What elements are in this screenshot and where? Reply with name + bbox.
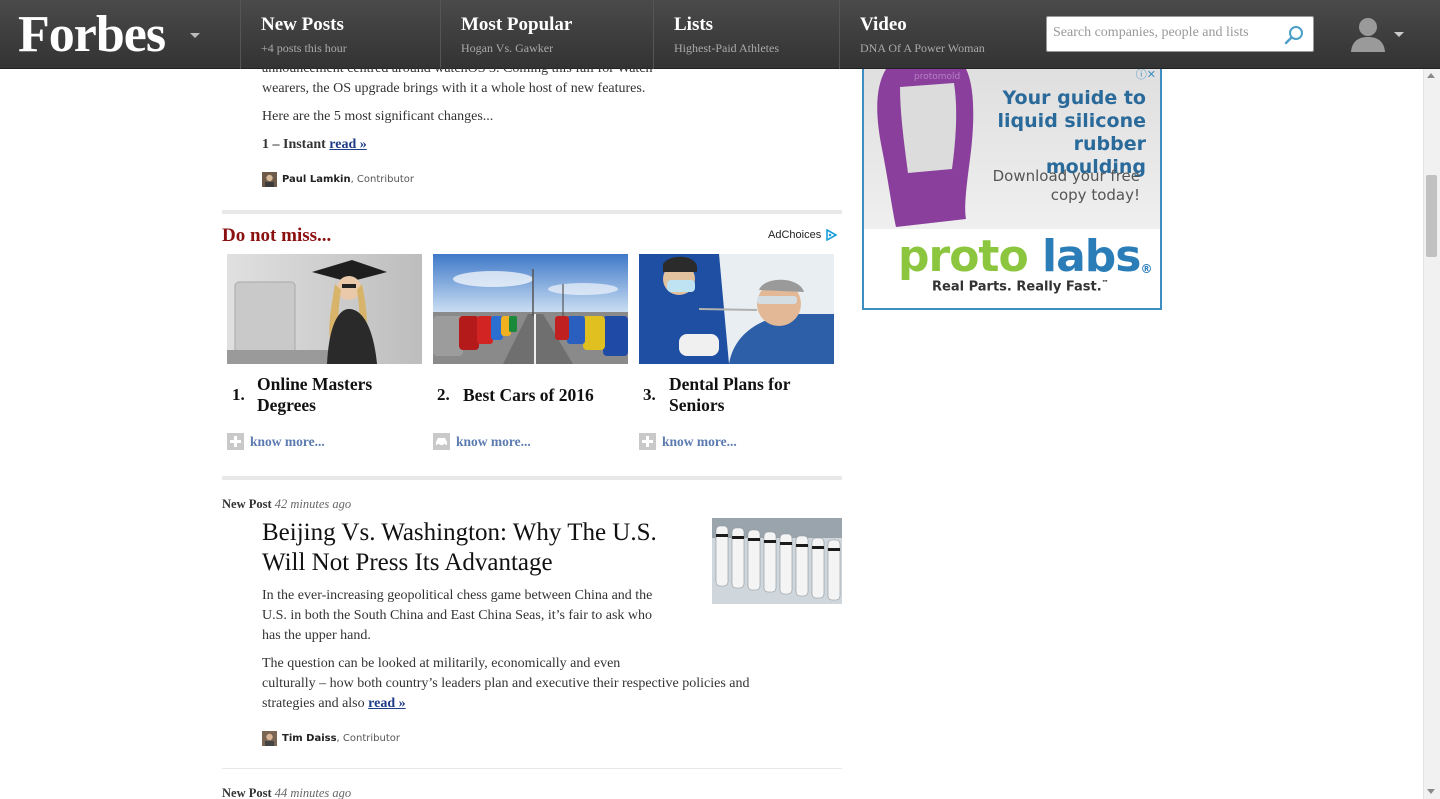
article3-label: New Post (222, 786, 272, 799)
article2-paragraph-2: The question can be looked at militarily… (262, 656, 750, 711)
nav-new-posts-subtitle: +4 posts this hour (261, 41, 347, 55)
know-more-link[interactable]: know more... (250, 434, 325, 450)
promo-card-1-title[interactable]: Online Masters Degrees (257, 374, 417, 416)
article1-cut-line: announcement centred around watchOS 3. C… (262, 61, 653, 76)
promo-card-3-number: 3. (643, 385, 656, 404)
nav-new-posts-title: New Posts (261, 14, 344, 35)
article2-post-meta: New Post 42 minutes ago (222, 497, 351, 512)
promo-image-best-cars[interactable] (433, 254, 628, 364)
protolabs-ad[interactable]: protomold Your guide to liquid silicone … (862, 69, 1162, 310)
article3-timestamp: 44 minutes ago (274, 786, 352, 799)
adchoices-icon (826, 229, 838, 241)
article1-author-role: , Contributor (350, 174, 415, 185)
article1-list-item: 1 – Instant (262, 137, 326, 152)
ad-brand-logo: proto labs® (898, 231, 1152, 282)
graduate-laptop-photo (227, 254, 422, 364)
section-divider (222, 210, 842, 214)
ad-close-icon[interactable]: ⓘ✕ (1136, 69, 1156, 82)
article1-byline: Paul Lamkin , Contributor (262, 172, 414, 187)
ad-image-area: protomold Your guide to liquid silicone … (864, 69, 1160, 229)
post-divider (222, 768, 842, 769)
article1-read-link[interactable]: read » (329, 137, 366, 152)
nav-most-popular-title: Most Popular (461, 14, 573, 35)
author-avatar[interactable] (262, 172, 277, 187)
search-input[interactable] (1053, 25, 1283, 41)
ad-product-label: protomold (914, 72, 960, 82)
article2-headline[interactable]: Beijing Vs. Washington: Why The U.S. Wil… (262, 518, 692, 578)
article1-paragraph-line: wearers, the OS upgrade brings with it a… (262, 81, 646, 96)
scroll-down-arrow-icon[interactable] (1427, 789, 1435, 794)
author-avatar[interactable] (262, 731, 277, 746)
user-menu-chevron-icon[interactable] (1394, 32, 1404, 37)
plus-icon (227, 433, 244, 450)
know-more-link[interactable]: know more... (662, 434, 737, 450)
article2-read-link[interactable]: read » (368, 696, 405, 711)
promo-card-2-know-more[interactable]: know more... (433, 433, 531, 450)
article2-byline: Tim Daiss , Contributor (262, 731, 400, 746)
search-box[interactable] (1046, 16, 1314, 52)
nav-lists-subtitle: Highest-Paid Athletes (674, 41, 779, 55)
scroll-up-arrow-icon[interactable] (1427, 73, 1435, 78)
nav-video-title: Video (860, 14, 907, 35)
search-icon[interactable] (1283, 24, 1305, 46)
silicone-part-image: protomold (877, 69, 974, 227)
do-not-miss-heading: Do not miss... (222, 225, 332, 246)
article1-paragraph-3: 1 – Instant read » (262, 135, 722, 155)
plus-icon (639, 433, 656, 450)
article2-label: New Post (222, 497, 272, 511)
article2-thumbnail[interactable] (712, 518, 842, 604)
article2-timestamp: 42 minutes ago (274, 497, 352, 511)
navy-parade-photo (712, 518, 842, 604)
article1-paragraph-2: Here are the 5 most significant changes.… (262, 109, 494, 124)
nav-video-subtitle: DNA Of A Power Woman (860, 41, 985, 55)
section-divider (222, 476, 842, 480)
user-menu[interactable] (1348, 14, 1408, 54)
user-avatar-icon[interactable] (1348, 14, 1388, 54)
adchoices-label: AdChoices (768, 229, 822, 241)
article1-author-name[interactable]: Paul Lamkin (282, 174, 351, 185)
promo-card-2-title[interactable]: Best Cars of 2016 (463, 385, 633, 406)
parking-lot-cars-photo (433, 254, 628, 364)
promo-image-dental-plans[interactable] (639, 254, 834, 364)
promo-card-1-know-more[interactable]: know more... (227, 433, 325, 450)
article2-paragraph-1: In the ever-increasing geopolitical ches… (262, 588, 653, 643)
nav-video[interactable]: Video DNA Of A Power Woman (839, 0, 1029, 69)
article3-post-meta: New Post 44 minutes ago (222, 786, 351, 799)
nav-lists-title: Lists (674, 14, 714, 35)
article2-author-role: , Contributor (336, 733, 400, 744)
car-icon (433, 433, 450, 450)
dentist-patient-photo (639, 254, 834, 364)
promo-card-3-know-more[interactable]: know more... (639, 433, 737, 450)
ad-headline: Your guide to liquid silicone rubber mou… (997, 87, 1146, 178)
promo-card-2-number: 2. (437, 385, 450, 404)
promo-card-3-title[interactable]: Dental Plans for Seniors (669, 374, 834, 416)
page-scrollbar-thumb[interactable] (1426, 175, 1437, 257)
forbes-logo[interactable]: Forbes (18, 6, 166, 64)
adchoices-link[interactable]: AdChoices (768, 229, 838, 241)
article2-author-name[interactable]: Tim Daiss (282, 733, 337, 744)
promo-image-online-masters[interactable] (227, 254, 422, 364)
logo-menu-chevron-icon[interactable] (190, 33, 200, 38)
know-more-link[interactable]: know more... (456, 434, 531, 450)
ad-tagline: Real Parts. Really Fast.™ (932, 279, 1109, 295)
nav-most-popular-subtitle: Hogan Vs. Gawker (461, 41, 554, 55)
ad-subtext: Download your free copy today! (992, 167, 1140, 204)
promo-card-1-number: 1. (232, 385, 245, 404)
